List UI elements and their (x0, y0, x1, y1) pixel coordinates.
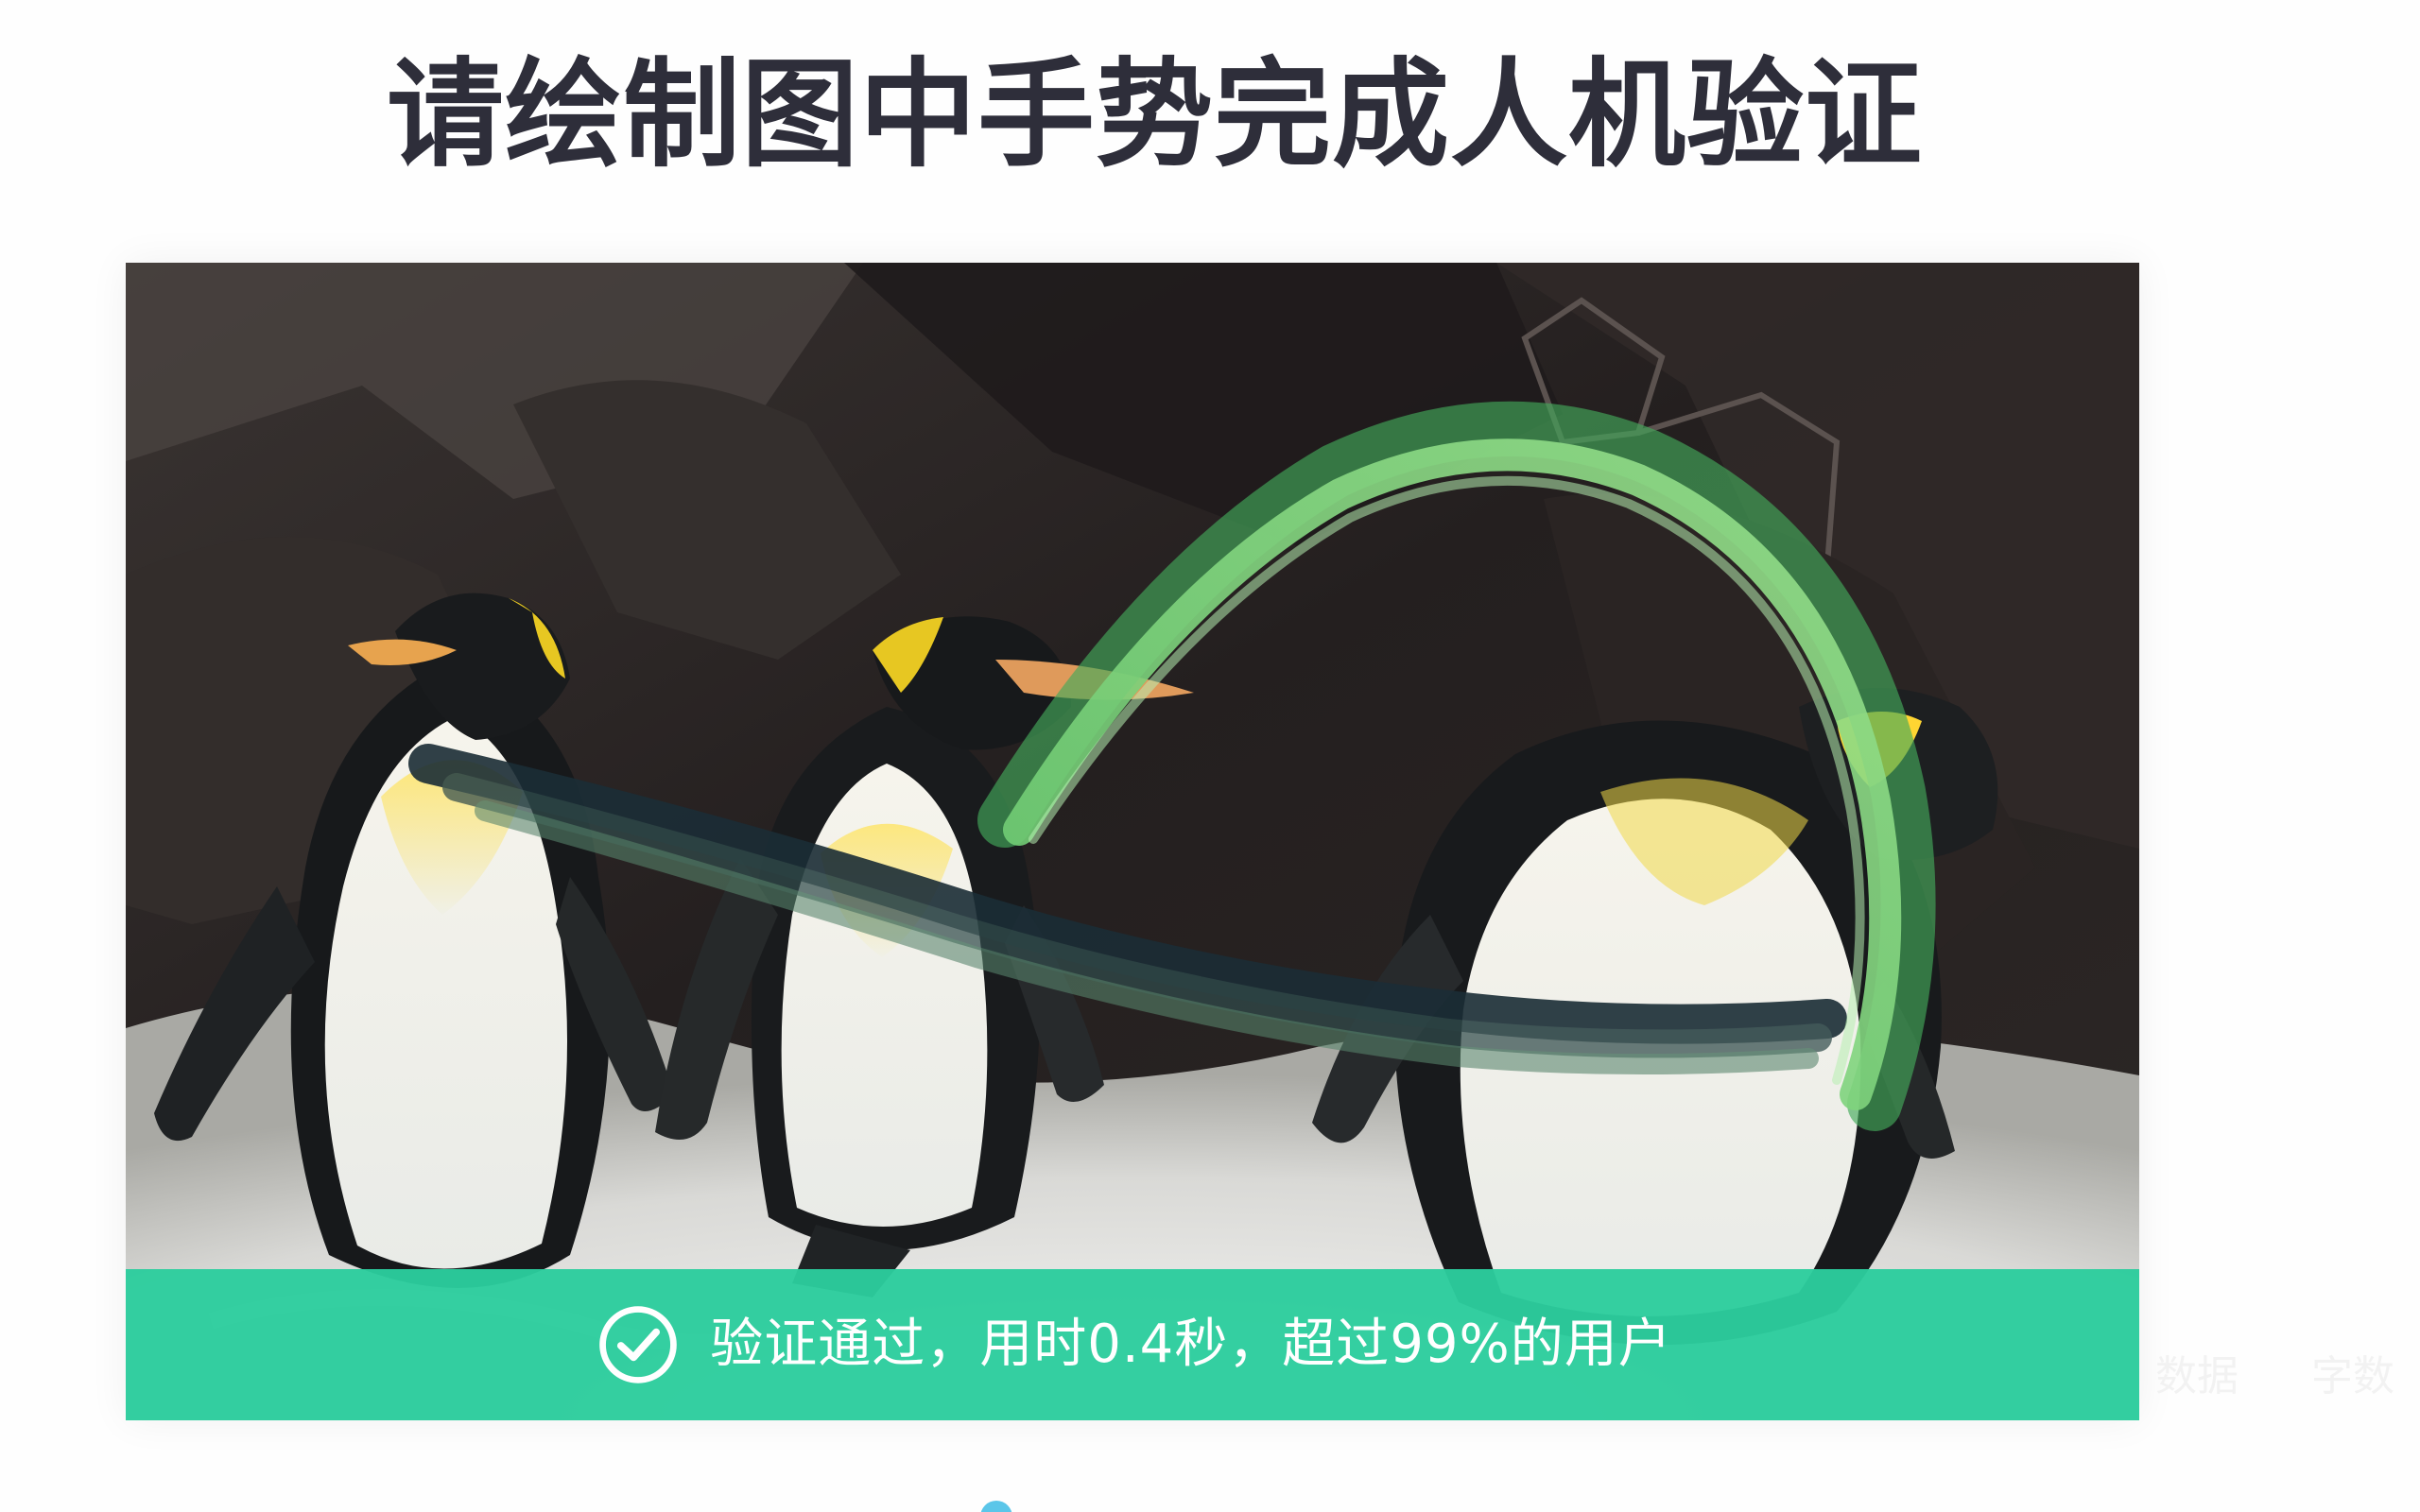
captcha-page: 请绘制图中手势完成人机验证 验证通过，用时0.4秒，超过99%的用户 数据 字数 (0, 0, 2420, 1512)
check-circle-icon (599, 1306, 678, 1383)
penguins-image (126, 263, 2139, 1420)
bottom-indicator-dot (980, 1501, 1012, 1512)
background-hint-left: 数据 (2155, 1352, 2238, 1400)
verification-success-banner: 验证通过，用时0.4秒，超过99%的用户 (126, 1269, 2139, 1420)
verification-success-message: 验证通过，用时0.4秒，超过99%的用户 (710, 1314, 1672, 1375)
background-hint-right: 字数 (2311, 1352, 2394, 1400)
captcha-image-panel[interactable]: 验证通过，用时0.4秒，超过99%的用户 (126, 263, 2139, 1420)
page-title: 请绘制图中手势完成人机验证 (387, 47, 1924, 183)
